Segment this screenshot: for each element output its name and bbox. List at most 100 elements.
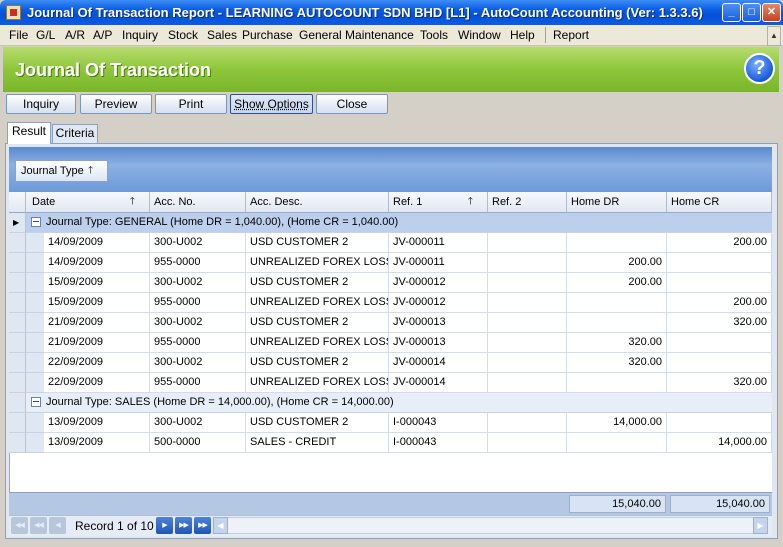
column-header-date[interactable]: Date 🡑 <box>26 192 150 213</box>
row-indicator[interactable] <box>9 353 26 373</box>
collapse-icon[interactable] <box>31 217 41 227</box>
cell-ref2[interactable] <box>488 273 567 293</box>
column-header-home-dr[interactable]: Home DR <box>567 192 667 213</box>
cell-home-cr[interactable] <box>667 333 772 353</box>
menu-scroll-up-icon[interactable]: ▲ <box>767 26 781 46</box>
first-record-icon[interactable]: ◀◀ <box>11 517 28 534</box>
cell-acc-desc[interactable]: UNREALIZED FOREX LOSS <box>246 333 389 353</box>
cell-ref1[interactable]: I-000043 <box>389 433 488 453</box>
inquiry-button[interactable]: Inquiry <box>6 94 76 114</box>
cell-ref1[interactable]: JV-000013 <box>389 333 488 353</box>
next-record-icon[interactable]: ▶ <box>156 517 173 534</box>
tab-result[interactable]: Result <box>7 122 51 144</box>
cell-ref2[interactable] <box>488 413 567 433</box>
column-header-acc-desc[interactable]: Acc. Desc. <box>246 192 389 213</box>
cell-acc-no[interactable]: 300-U002 <box>150 273 246 293</box>
cell-date[interactable]: 15/09/2009 <box>44 293 150 313</box>
cell-home-dr[interactable] <box>567 313 667 333</box>
menu-window[interactable]: Window <box>458 28 501 42</box>
cell-acc-desc[interactable]: USD CUSTOMER 2 <box>246 273 389 293</box>
cell-date[interactable]: 21/09/2009 <box>44 313 150 333</box>
menu-tools[interactable]: Tools <box>420 28 448 42</box>
cell-acc-no[interactable]: 955-0000 <box>150 253 246 273</box>
cell-date[interactable]: 14/09/2009 <box>44 253 150 273</box>
group-by-chip[interactable]: Journal Type 🡑 <box>15 160 108 182</box>
close-window-button[interactable]: ✕ <box>762 3 781 22</box>
next-page-icon[interactable]: ▶▶ <box>175 517 192 534</box>
cell-home-cr[interactable]: 200.00 <box>667 293 772 313</box>
cell-home-dr[interactable] <box>567 233 667 253</box>
column-header-acc-no[interactable]: Acc. No. <box>150 192 246 213</box>
menu-stock[interactable]: Stock <box>168 28 198 42</box>
menu-report[interactable]: Report <box>553 28 589 42</box>
cell-ref2[interactable] <box>488 293 567 313</box>
tab-criteria[interactable]: Criteria <box>52 124 98 143</box>
cell-home-cr[interactable]: 320.00 <box>667 373 772 393</box>
cell-ref2[interactable] <box>488 353 567 373</box>
group-row-general[interactable]: Journal Type: GENERAL (Home DR = 1,040.0… <box>26 213 772 233</box>
column-header-ref2[interactable]: Ref. 2 <box>488 192 567 213</box>
cell-acc-desc[interactable]: USD CUSTOMER 2 <box>246 353 389 373</box>
cell-acc-no[interactable]: 300-U002 <box>150 313 246 333</box>
cell-home-cr[interactable]: 320.00 <box>667 313 772 333</box>
cell-home-cr[interactable] <box>667 253 772 273</box>
cell-acc-no[interactable]: 300-U002 <box>150 353 246 373</box>
menu-general-maintenance[interactable]: General Maintenance <box>299 28 414 42</box>
cell-ref2[interactable] <box>488 233 567 253</box>
row-indicator[interactable] <box>9 413 26 433</box>
cell-ref1[interactable]: JV-000013 <box>389 313 488 333</box>
menu-sales[interactable]: Sales <box>207 28 237 42</box>
menu-ap[interactable]: A/P <box>93 28 112 42</box>
menu-gl[interactable]: G/L <box>36 28 55 42</box>
collapse-icon[interactable] <box>31 397 41 407</box>
last-record-icon[interactable]: ▶▶ <box>194 517 211 534</box>
cell-ref2[interactable] <box>488 333 567 353</box>
cell-home-dr[interactable]: 200.00 <box>567 253 667 273</box>
cell-acc-desc[interactable]: USD CUSTOMER 2 <box>246 233 389 253</box>
cell-home-dr[interactable]: 200.00 <box>567 273 667 293</box>
print-button[interactable]: Print <box>155 94 227 114</box>
cell-home-cr[interactable]: 14,000.00 <box>667 433 772 453</box>
column-header-home-cr[interactable]: Home CR <box>667 192 772 213</box>
cell-ref2[interactable] <box>488 253 567 273</box>
cell-ref2[interactable] <box>488 373 567 393</box>
row-indicator[interactable] <box>9 393 26 413</box>
cell-ref1[interactable]: JV-000011 <box>389 253 488 273</box>
row-indicator[interactable] <box>9 273 26 293</box>
cell-home-cr[interactable]: 200.00 <box>667 233 772 253</box>
cell-ref2[interactable] <box>488 433 567 453</box>
cell-date[interactable]: 13/09/2009 <box>44 413 150 433</box>
cell-ref1[interactable]: JV-000014 <box>389 353 488 373</box>
group-row-sales[interactable]: Journal Type: SALES (Home DR = 14,000.00… <box>26 393 772 413</box>
cell-home-dr[interactable]: 14,000.00 <box>567 413 667 433</box>
row-indicator[interactable] <box>9 433 26 453</box>
row-indicator[interactable] <box>9 333 26 353</box>
minimize-button[interactable]: _ <box>722 3 741 22</box>
row-indicator[interactable]: ▶ <box>9 213 26 233</box>
cell-date[interactable]: 22/09/2009 <box>44 373 150 393</box>
show-options-button[interactable]: Show Options <box>230 94 313 114</box>
cell-home-dr[interactable]: 320.00 <box>567 333 667 353</box>
cell-home-dr[interactable] <box>567 373 667 393</box>
row-indicator[interactable] <box>9 313 26 333</box>
row-indicator[interactable] <box>9 293 26 313</box>
cell-home-dr[interactable] <box>567 293 667 313</box>
cell-home-cr[interactable] <box>667 273 772 293</box>
menu-help[interactable]: Help <box>510 28 535 42</box>
cell-acc-desc[interactable]: UNREALIZED FOREX LOSS <box>246 293 389 313</box>
maximize-button[interactable]: □ <box>742 3 761 22</box>
cell-acc-no[interactable]: 300-U002 <box>150 233 246 253</box>
menu-file[interactable]: File <box>9 28 28 42</box>
cell-ref1[interactable]: JV-000014 <box>389 373 488 393</box>
menu-inquiry[interactable]: Inquiry <box>122 28 158 42</box>
scroll-left-icon[interactable]: ◀ <box>213 517 228 534</box>
cell-ref1[interactable]: JV-000012 <box>389 293 488 313</box>
scroll-right-icon[interactable]: ▶ <box>753 517 768 534</box>
menu-ar[interactable]: A/R <box>65 28 85 42</box>
cell-acc-no[interactable]: 955-0000 <box>150 373 246 393</box>
row-indicator[interactable] <box>9 373 26 393</box>
cell-home-cr[interactable] <box>667 413 772 433</box>
cell-ref2[interactable] <box>488 313 567 333</box>
cell-date[interactable]: 15/09/2009 <box>44 273 150 293</box>
cell-ref1[interactable]: JV-000011 <box>389 233 488 253</box>
